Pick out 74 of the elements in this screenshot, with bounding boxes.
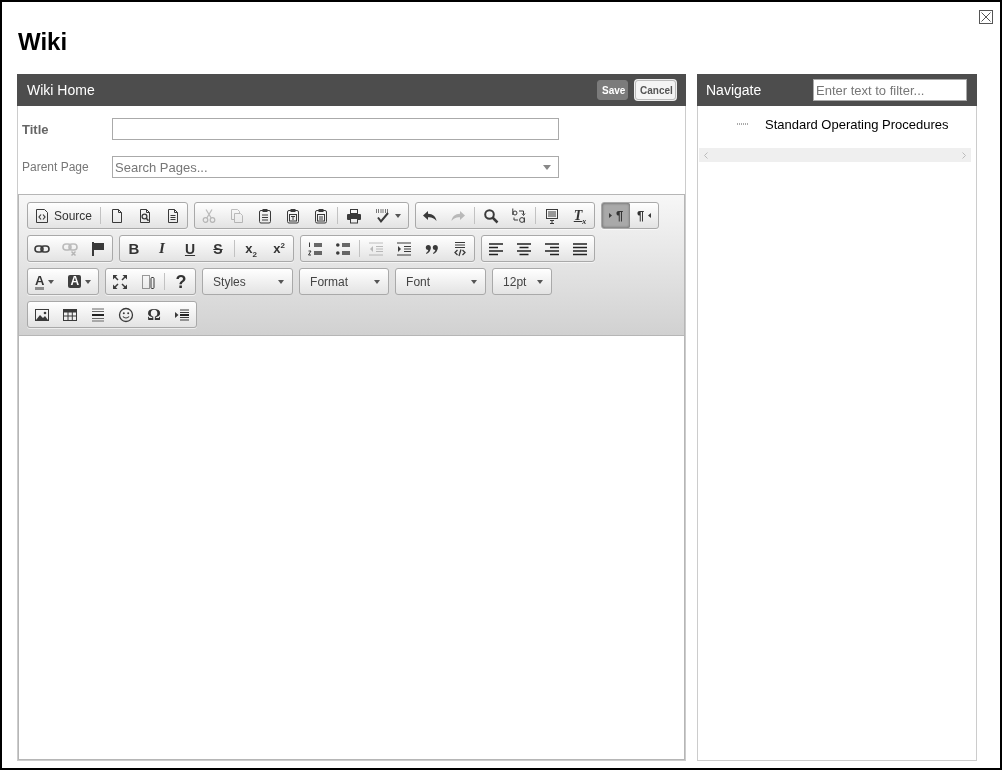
format-dropdown[interactable]: Format	[299, 268, 390, 295]
caret-icon	[471, 279, 478, 284]
expand-arrows-icon	[112, 273, 129, 290]
underline-button[interactable]: U	[176, 236, 204, 261]
caret-icon	[537, 279, 544, 284]
help-button[interactable]: ?	[167, 269, 196, 294]
image-icon	[34, 306, 50, 323]
font-dropdown[interactable]: Font	[395, 268, 487, 295]
caret-icon	[278, 279, 285, 284]
scissors-icon	[201, 207, 218, 224]
chevron-left-icon	[704, 151, 708, 159]
italic-button[interactable]: I	[148, 236, 176, 261]
dotted-connector-icon	[737, 123, 749, 125]
check-mark-icon	[375, 207, 392, 224]
close-button[interactable]	[979, 10, 993, 24]
horizontal-scrollbar[interactable]	[699, 148, 971, 162]
dialog-title: Wiki	[18, 27, 68, 57]
lined-box-cursor-icon	[544, 207, 561, 224]
clipboard-icon	[313, 207, 330, 224]
swap-arrows-icon	[511, 207, 528, 224]
triangle-icon	[608, 213, 612, 218]
right-to-left-button[interactable]: ¶	[630, 203, 659, 228]
tree-item[interactable]: Standard Operating Procedures	[765, 116, 949, 132]
field-label: Title	[22, 121, 50, 137]
justify-icon	[572, 240, 588, 257]
save-button[interactable]: Save	[597, 80, 628, 100]
source-button[interactable]: Source	[28, 203, 99, 228]
broken-link-icon	[62, 240, 78, 257]
numbered-list-icon	[307, 240, 323, 257]
printer-icon	[346, 207, 363, 224]
clipboard-icon	[285, 207, 302, 224]
flag-icon	[90, 240, 106, 257]
triangle-icon	[648, 213, 652, 218]
align-right-icon	[544, 240, 560, 257]
dashed-blocks-icon	[140, 273, 157, 290]
superscript-button[interactable]: x$^{2}$	[265, 236, 293, 261]
left-to-right-button[interactable]: ¶	[602, 203, 631, 228]
subscript-button[interactable]: x$_{2}$	[237, 236, 265, 261]
chevron-right-icon	[962, 151, 966, 159]
align-left-icon	[488, 240, 504, 257]
copy-icon	[229, 207, 246, 224]
remove-format-button[interactable]: T$_{x}$	[566, 203, 595, 228]
source-code-icon	[34, 207, 50, 224]
clipboard-icon	[257, 207, 274, 224]
caret-icon	[48, 279, 55, 284]
cancel-button[interactable]: Cancel	[635, 80, 676, 100]
background-color-button[interactable]: A	[61, 269, 99, 294]
close-icon	[979, 10, 993, 24]
filter-field[interactable]: Enter text to filter...	[813, 79, 967, 101]
panel-title: Wiki Home	[27, 82, 95, 98]
styles-dropdown[interactable]: Styles	[202, 268, 294, 295]
code-block-icon	[452, 240, 468, 257]
table-icon	[62, 306, 78, 323]
font-size-dropdown[interactable]: 12pt	[492, 268, 553, 295]
bulleted-list-icon	[335, 240, 351, 257]
horizontal-line-icon	[90, 306, 106, 323]
field-label: Parent Page	[22, 160, 90, 174]
indent-icon	[396, 240, 412, 257]
text-color-button[interactable]: A	[28, 269, 62, 294]
title-field[interactable]	[112, 118, 559, 140]
parent-page-field[interactable]: Search Pages...	[112, 156, 559, 178]
search-icon	[483, 207, 500, 224]
outdent-icon	[368, 240, 384, 257]
caret-icon	[374, 279, 381, 284]
strikethrough-button[interactable]: S	[204, 236, 232, 261]
smiley-icon	[118, 306, 134, 323]
bold-button[interactable]: B	[120, 236, 148, 261]
caret-icon	[543, 165, 551, 170]
caret-icon	[395, 213, 402, 218]
caret-icon	[85, 279, 92, 284]
special-character-button[interactable]: Ω	[140, 302, 168, 327]
triangle-lines-icon	[174, 306, 190, 323]
align-center-icon	[516, 240, 532, 257]
panel-title: Navigate	[706, 82, 762, 98]
